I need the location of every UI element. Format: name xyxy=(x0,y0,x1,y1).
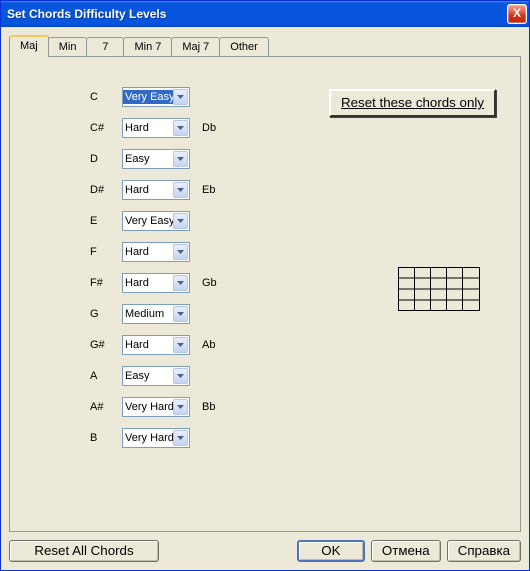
tab-label: Maj 7 xyxy=(182,41,209,53)
chord-note-label: G# xyxy=(90,339,122,351)
title-bar: Set Chords Difficulty Levels X xyxy=(1,1,529,27)
chord-row: DEasy xyxy=(90,149,502,169)
chord-grid-icon xyxy=(398,267,480,311)
difficulty-dropdown[interactable]: Hard xyxy=(122,180,190,200)
chevron-down-icon[interactable] xyxy=(173,120,188,136)
difficulty-dropdown[interactable]: Very Hard xyxy=(122,428,190,448)
difficulty-value: Hard xyxy=(123,245,173,259)
chord-note-label: C xyxy=(90,91,122,103)
chevron-down-icon[interactable] xyxy=(173,368,188,384)
difficulty-value: Very Hard xyxy=(123,400,173,414)
tab-min-7[interactable]: Min 7 xyxy=(123,37,172,56)
chord-row: A#Very Hard Bb xyxy=(90,397,502,417)
reset-all-chords-button[interactable]: Reset All Chords xyxy=(9,540,159,562)
tab-maj-7[interactable]: Maj 7 xyxy=(171,37,220,56)
chord-note-label: C# xyxy=(90,122,122,134)
difficulty-value: Hard xyxy=(123,183,173,197)
client-area: MajMin7Min 7Maj 7Other CVery EasyC#HardD… xyxy=(1,27,529,570)
chord-diagram xyxy=(398,267,480,314)
help-button[interactable]: Справка xyxy=(447,540,521,562)
chord-row: EVery Easy xyxy=(90,211,502,231)
cancel-button[interactable]: Отмена xyxy=(371,540,441,562)
difficulty-value: Hard xyxy=(123,276,173,290)
chord-note-label: D xyxy=(90,153,122,165)
difficulty-dropdown[interactable]: Easy xyxy=(122,149,190,169)
difficulty-value: Easy xyxy=(123,369,173,383)
tab-other[interactable]: Other xyxy=(219,37,269,56)
chord-note-label: D# xyxy=(90,184,122,196)
close-icon: X xyxy=(513,6,521,20)
chord-note-label: F# xyxy=(90,277,122,289)
difficulty-dropdown[interactable]: Very Easy xyxy=(122,211,190,231)
chord-note-label: B xyxy=(90,432,122,444)
chord-row: BVery Hard xyxy=(90,428,502,448)
chevron-down-icon[interactable] xyxy=(173,430,188,446)
tab-label: Min 7 xyxy=(134,41,161,53)
dialog-window: Set Chords Difficulty Levels X Maj Min 7 Mi… xyxy=(0,0,530,571)
chord-row: FHard xyxy=(90,242,502,262)
chord-row: AEasy xyxy=(90,366,502,386)
tab-7[interactable]: 7 xyxy=(86,37,124,56)
difficulty-dropdown[interactable]: Medium xyxy=(122,304,190,324)
chevron-down-icon[interactable] xyxy=(173,151,188,167)
chord-enharmonic-label: Db xyxy=(202,122,230,134)
difficulty-value: Very Easy xyxy=(123,90,173,104)
chord-enharmonic-label: Gb xyxy=(202,277,230,289)
difficulty-dropdown[interactable]: Very Easy xyxy=(122,87,190,107)
chord-note-label: A# xyxy=(90,401,122,413)
bottom-button-bar: Reset All Chords OK Отмена Справка xyxy=(9,532,521,562)
chevron-down-icon[interactable] xyxy=(173,244,188,260)
chevron-down-icon[interactable] xyxy=(173,182,188,198)
tab-label: 7 xyxy=(102,41,108,53)
tab-min[interactable]: Min xyxy=(48,37,88,56)
tab-label: Other xyxy=(230,41,258,53)
tab-strip: Maj Min 7 Min 7 Maj 7 Other xyxy=(9,35,521,56)
chevron-down-icon[interactable] xyxy=(173,275,188,291)
chord-enharmonic-label: Ab xyxy=(202,339,230,351)
chevron-down-icon[interactable] xyxy=(173,89,188,105)
chord-note-label: E xyxy=(90,215,122,227)
reset-these-chords-button[interactable]: Reset these chords only xyxy=(329,89,496,117)
chord-enharmonic-label: Eb xyxy=(202,184,230,196)
chord-note-label: A xyxy=(90,370,122,382)
difficulty-dropdown[interactable]: Hard xyxy=(122,335,190,355)
chevron-down-icon[interactable] xyxy=(173,306,188,322)
chevron-down-icon[interactable] xyxy=(173,213,188,229)
chord-row: G#Hard Ab xyxy=(90,335,502,355)
chord-row: D#Hard Eb xyxy=(90,180,502,200)
chevron-down-icon[interactable] xyxy=(173,337,188,353)
tab-panel-maj: CVery EasyC#HardDbDEasyD#HardEbEVery Eas… xyxy=(9,56,521,532)
chord-enharmonic-label: Bb xyxy=(202,401,230,413)
tab-maj[interactable]: Maj xyxy=(9,35,49,57)
difficulty-dropdown[interactable]: Hard xyxy=(122,273,190,293)
close-button[interactable]: X xyxy=(507,4,527,24)
chevron-down-icon[interactable] xyxy=(173,399,188,415)
difficulty-dropdown[interactable]: Hard xyxy=(122,118,190,138)
difficulty-value: Easy xyxy=(123,152,173,166)
chord-note-label: F xyxy=(90,246,122,258)
tab-label: Maj xyxy=(20,40,38,52)
chord-row: C#Hard Db xyxy=(90,118,502,138)
difficulty-value: Medium xyxy=(123,307,173,321)
difficulty-dropdown[interactable]: Easy xyxy=(122,366,190,386)
difficulty-value: Hard xyxy=(123,338,173,352)
tab-label: Min xyxy=(59,41,77,53)
ok-button[interactable]: OK xyxy=(297,540,365,562)
difficulty-value: Hard xyxy=(123,121,173,135)
chord-note-label: G xyxy=(90,308,122,320)
difficulty-value: Very Hard xyxy=(123,431,173,445)
window-title: Set Chords Difficulty Levels xyxy=(7,7,507,21)
difficulty-dropdown[interactable]: Very Hard xyxy=(122,397,190,417)
difficulty-value: Very Easy xyxy=(123,214,173,228)
difficulty-dropdown[interactable]: Hard xyxy=(122,242,190,262)
